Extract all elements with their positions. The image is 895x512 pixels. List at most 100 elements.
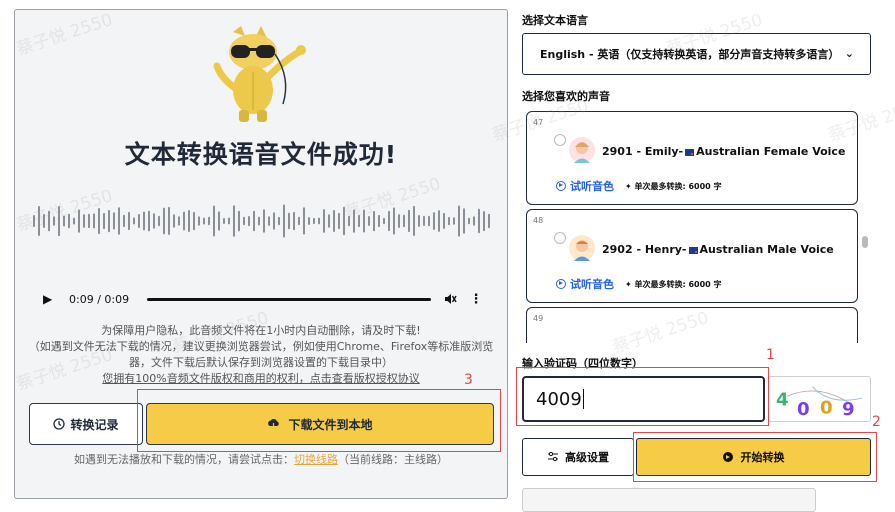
waveform-bar (163, 207, 165, 235)
waveform-bar (388, 210, 390, 232)
chevron-down-icon: ⌄ (844, 47, 854, 60)
waveform-bar (448, 216, 450, 226)
waveform-bar (348, 215, 350, 227)
waveform-bar (113, 212, 115, 230)
waveform-bar (383, 217, 385, 225)
waveform-bar (38, 206, 40, 236)
waveform-bar (398, 214, 400, 228)
waveform-bar (33, 215, 35, 227)
waveform-bar (278, 216, 280, 226)
switch-line-link[interactable]: 切换线路 (294, 453, 338, 466)
waveform-bar (408, 209, 410, 233)
privacy-notice: 为保障用户隐私，此音频文件将在1小时内自动删除，请及时下载! （如遇到文件无法下… (25, 323, 497, 387)
waveform-bar (263, 209, 265, 233)
waveform-bar (318, 217, 320, 225)
waveform-bar (258, 216, 260, 226)
preview-voice-button[interactable]: 试听音色 (556, 178, 614, 194)
annotation-box-3 (137, 389, 501, 452)
language-select-value: English - 英语（仅支持转换英语，部分声音支持转多语言） (540, 48, 840, 61)
playback-hint: 如遇到无法播放和下载的情况，请尝试点击：切换线路（当前线路：主线路） (15, 451, 507, 467)
waveform-bar (483, 211, 485, 232)
waveform-bar (473, 216, 475, 226)
waveform-bar (98, 208, 100, 235)
waveform-bar (48, 210, 50, 232)
audio-progress-bar[interactable] (147, 297, 431, 301)
waveform-bar (218, 211, 220, 231)
voice-index: 49 (533, 314, 544, 323)
captcha-digit: 0 (797, 399, 810, 420)
waveform-bar (78, 209, 80, 233)
voice-radio[interactable] (554, 134, 566, 146)
waveform-bar (83, 214, 85, 228)
waveform-bar (478, 208, 480, 234)
waveform-bar (128, 211, 130, 231)
voice-card[interactable]: 48 2902 - Henry- Australian Male Voice 试听… (526, 209, 858, 303)
voice-card[interactable]: 49 (526, 307, 858, 343)
waveform-bar (108, 209, 110, 233)
advanced-settings-button[interactable]: 高级设置 (522, 438, 634, 476)
hint-text: 如遇到无法播放和下载的情况，请尝试点击： (74, 453, 294, 466)
waveform-bar (183, 211, 185, 231)
waveform-bar (228, 217, 230, 225)
advanced-settings-label: 高级设置 (565, 451, 609, 464)
mute-icon[interactable] (443, 292, 457, 306)
voice-limit: ✦ 单次最多转换: 6000 字 (625, 280, 722, 289)
waveform-bar (453, 217, 455, 225)
waveform-bar (158, 215, 160, 227)
waveform-bar (433, 212, 435, 230)
waveform-graphic (33, 204, 490, 238)
voice-radio[interactable] (554, 232, 566, 244)
waveform-bar (203, 217, 205, 225)
waveform-bar (403, 214, 405, 228)
waveform-bar (338, 212, 340, 230)
voice-card[interactable]: 47 2901 - Emily- Australian Female Voice … (526, 111, 858, 205)
waveform-bar (198, 216, 200, 226)
waveform-bar (93, 213, 95, 229)
annotation-number-2: 2 (872, 414, 881, 430)
waveform-bar (308, 217, 310, 225)
waveform-bar (413, 205, 415, 236)
waveform-bar (488, 213, 490, 229)
annotation-box-1 (516, 367, 769, 426)
language-label: 选择文本语言 (522, 14, 588, 27)
notice-line: 器，文件下载后默认保存到浏览器设置的下载目录中） (129, 356, 393, 369)
waveform-bar (208, 216, 210, 226)
waveform-bar (418, 215, 420, 227)
history-button[interactable]: 转换记录 (29, 403, 143, 445)
waveform-bar (283, 204, 285, 238)
captcha-image[interactable]: 4 0 0 9 (768, 376, 871, 422)
waveform-bar (428, 215, 430, 227)
preview-voice-button[interactable]: 试听音色 (556, 276, 614, 292)
waveform-bar (443, 212, 445, 229)
waveform-bar (148, 210, 150, 232)
waveform-bar (303, 207, 305, 235)
voice-limit: ✦ 单次最多转换: 6000 字 (625, 182, 722, 191)
voice-list[interactable]: 47 2901 - Emily- Australian Female Voice … (522, 107, 866, 343)
waveform-bar (73, 217, 75, 225)
waveform-bar (268, 216, 270, 226)
waveform-bar (353, 209, 355, 233)
hint-current-line: （当前线路：主线路） (338, 453, 448, 466)
language-select[interactable]: English - 英语（仅支持转换英语，部分声音支持转多语言） ⌄ (522, 33, 871, 75)
copyright-link[interactable]: 您拥有100%音频文件版权和商用的权利，点击查看版权授权协议 (25, 371, 497, 387)
waveform-bar (188, 210, 190, 232)
voice-list-scrollbar[interactable] (862, 236, 868, 248)
waveform-bar (343, 206, 345, 236)
more-options-icon[interactable]: ⋮ (469, 292, 483, 307)
waveform-bar (63, 215, 65, 227)
waveform-bar (153, 213, 155, 229)
australia-flag-icon (688, 246, 698, 254)
waveform-bar (358, 214, 360, 228)
waveform-bar (253, 210, 255, 232)
captcha-digit: 0 (820, 397, 833, 418)
waveform-bar (43, 213, 45, 228)
waveform-bar (58, 206, 60, 237)
waveform-bar (118, 207, 120, 235)
waveform-bar (368, 216, 370, 226)
waveform-bar (68, 213, 70, 229)
play-circle-icon (556, 181, 566, 191)
waveform-bar (123, 214, 125, 228)
audio-player[interactable]: ▶ 0:09 / 0:09 ⋮ (33, 284, 493, 314)
waveform-bar (273, 212, 275, 230)
play-icon[interactable]: ▶ (43, 292, 63, 306)
